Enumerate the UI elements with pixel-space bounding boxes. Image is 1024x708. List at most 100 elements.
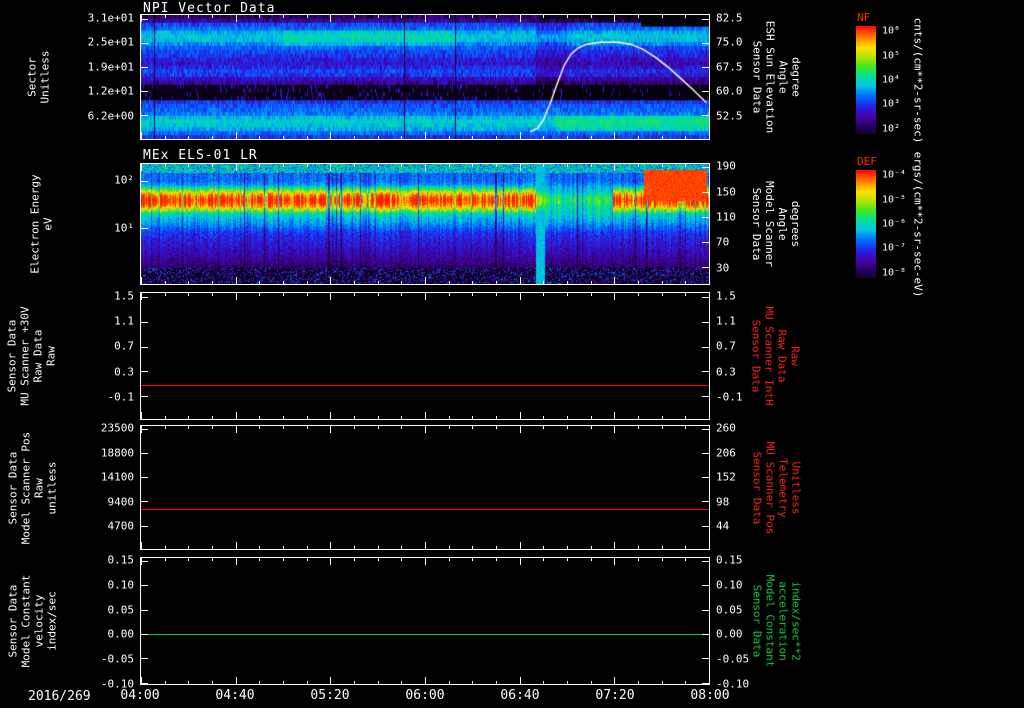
colorbar-nf-title: NF: [857, 11, 871, 24]
x-tick-mark: [590, 416, 592, 419]
x-tick-mark: [306, 558, 308, 561]
x-tick-mark: [330, 558, 332, 565]
x-tick-mark: [472, 293, 474, 296]
x-tick-mark: [496, 416, 497, 419]
y-tick-mark: [702, 634, 709, 636]
x-tick-mark: [188, 416, 190, 419]
axis-label-line: Raw: [789, 346, 802, 366]
x-tick-mark: [614, 677, 616, 684]
x-tick-mark: [543, 558, 545, 561]
x-tick-mark: [141, 558, 142, 565]
tick-label: 10⁻⁴: [882, 169, 907, 181]
y-tick-mark: [702, 561, 709, 563]
x-tick-mark: [141, 164, 142, 171]
x-tick-mark: [496, 546, 497, 549]
x-tick-mark: [638, 136, 639, 139]
panel2-title: MEx ELS-01 LR: [143, 148, 258, 163]
tick-label: 190: [716, 159, 736, 173]
tick-label: 60.0: [716, 84, 743, 98]
x-tick-mark: [448, 281, 450, 284]
x-tick-mark: [259, 136, 261, 139]
x-tick-mark: [188, 15, 190, 18]
axis-label-line: Sensor Data: [750, 584, 763, 658]
x-tick-mark: [590, 546, 592, 549]
x-tick-mark: [306, 164, 308, 167]
x-tick-mark: [425, 677, 426, 684]
x-tick-mark: [306, 546, 308, 549]
x-tick-mark: [638, 281, 639, 284]
tick-label: 1.1: [114, 314, 134, 328]
x-tick-mark: [354, 281, 355, 284]
x-tick-mark: [330, 164, 332, 171]
x-tick-mark: [614, 412, 616, 419]
y-tick-mark: [702, 267, 709, 269]
tick-label: 10⁵: [882, 50, 901, 62]
x-tick-mark: [212, 416, 213, 419]
y-tick-mark: [702, 501, 709, 503]
axis-label-line: index/sec**2: [789, 581, 802, 661]
x-tick-mark: [354, 546, 355, 549]
x-tick-mark: [448, 416, 450, 419]
tick-label: 0.05: [107, 603, 135, 617]
colorbar-nf: [856, 26, 876, 134]
x-tick-mark: [283, 681, 284, 684]
axis-label-line: index/sec: [45, 591, 58, 651]
x-tick-mark: [141, 277, 142, 284]
x-tick-mark: [377, 15, 379, 18]
x-tick-mark: [330, 293, 332, 300]
x-tick-mark: [448, 426, 450, 429]
x-tick-mark: [590, 426, 592, 429]
x-tick-mark: [283, 164, 284, 167]
tick-label: 52.5: [716, 109, 743, 123]
tick-label: 10¹: [114, 221, 134, 235]
x-tick-mark: [306, 416, 308, 419]
x-axis-labels: 04:00 04:40 05:20 06:00 06:40 07:20 08:00: [120, 688, 729, 706]
x-tick-mark: [164, 558, 166, 561]
mu-scanner-raw-panel: [140, 292, 710, 420]
x-tick-mark: [614, 426, 616, 433]
x-tick-mark: [543, 681, 545, 684]
x-tick-mark: [448, 164, 450, 167]
x-tick-mark: [283, 293, 284, 296]
x-tick-mark: [235, 542, 237, 549]
x-tick-mark: [519, 164, 521, 171]
x-tick-mark: [377, 281, 379, 284]
x-tick-mark: [425, 558, 426, 565]
x-tick-mark: [448, 293, 450, 296]
x-tick-mark: [567, 136, 568, 139]
tick-label: 0.15: [716, 553, 743, 567]
y-tick-mark: [141, 227, 148, 229]
tick-label: 10⁻⁷: [882, 242, 907, 254]
colorbar-units-text: cnts/(cm**2-sr-sec): [911, 17, 925, 143]
axis-label-line: Electron Energy: [29, 174, 42, 274]
axis-label-line: velocity: [32, 594, 45, 648]
axis-label-line: Telemetry: [776, 457, 789, 518]
x-tick-mark: [330, 542, 332, 549]
x-tick-mark: [377, 681, 379, 684]
x-tick-mark: [164, 293, 166, 296]
x-tick-mark: [401, 558, 403, 561]
tick-label: 1.1: [716, 314, 736, 328]
axis-label-line: Sensor Data: [750, 319, 763, 393]
x-tick-mark: [709, 277, 710, 284]
y-tick-mark: [702, 296, 709, 298]
tick-label: -0.05: [716, 652, 750, 666]
x-tick-mark: [519, 132, 521, 139]
x-tick-mark: [330, 426, 332, 433]
panel2-y-axis-label: Electron Energy eV: [22, 163, 62, 285]
y-tick-mark: [141, 453, 148, 455]
x-tick-mark: [306, 426, 308, 429]
y-tick-mark: [702, 42, 709, 44]
x-tick-mark: [401, 681, 403, 684]
x-tick-mark: [614, 293, 616, 300]
x-tick-mark: [141, 677, 142, 684]
y-tick-mark: [141, 501, 148, 503]
x-tick-mark: [567, 164, 568, 167]
x-tick-mark: [425, 132, 426, 139]
x-tick-mark: [164, 164, 166, 167]
x-tick-mark: [401, 416, 403, 419]
x-tick-mark: [354, 293, 355, 296]
x-tick-mark: [425, 277, 426, 284]
x-tick-mark: [519, 677, 521, 684]
x-tick-mark: [283, 281, 284, 284]
